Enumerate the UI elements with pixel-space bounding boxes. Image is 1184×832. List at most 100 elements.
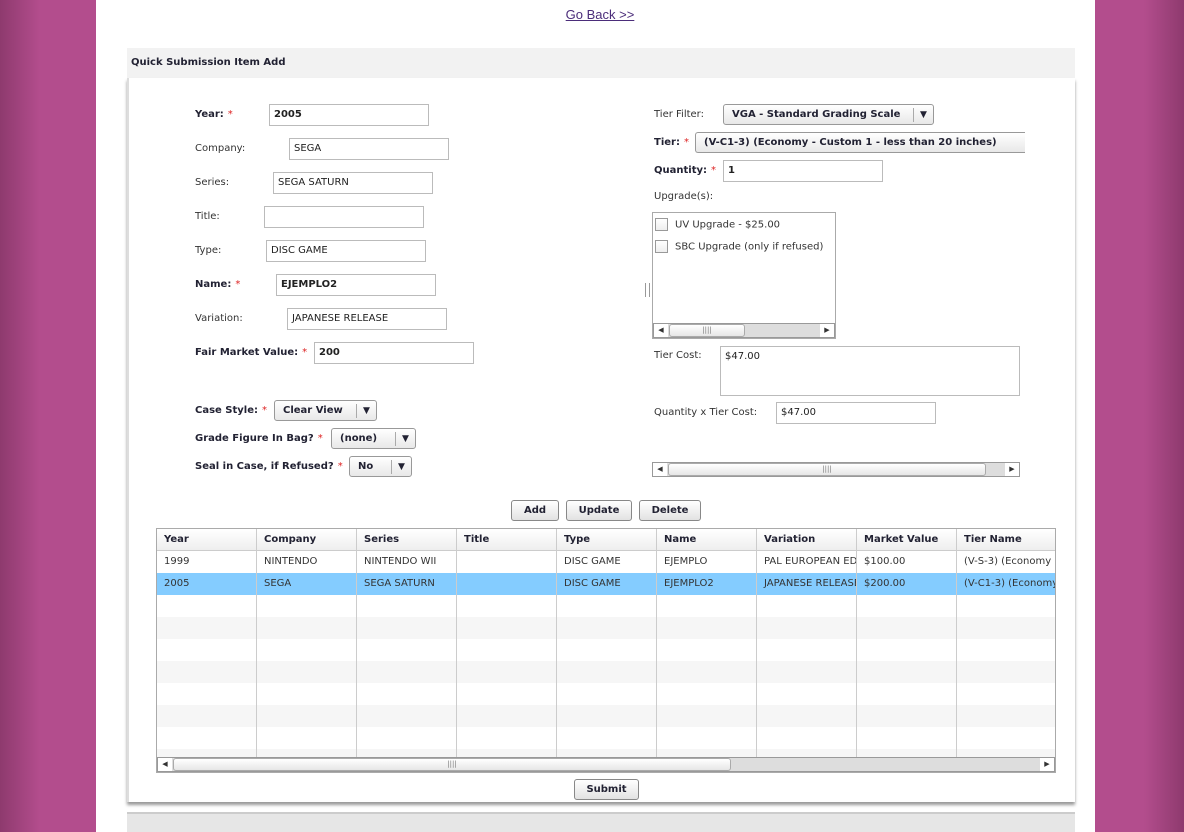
qty-tier-cost-field[interactable]: $47.00 [776, 402, 936, 424]
table-cell: 2005 [157, 573, 257, 595]
dropdown[interactable]: No ▼ [349, 456, 412, 477]
table-cell [457, 573, 557, 595]
tier-filter-dropdown[interactable]: VGA - Standard Grading Scale ▼ [723, 104, 934, 125]
dropdown[interactable]: (none) ▼ [331, 428, 416, 449]
table-cell [257, 617, 357, 639]
table-cell [957, 595, 1055, 617]
column-header[interactable]: Year [157, 529, 257, 551]
table-cell: SEGA [257, 573, 357, 595]
table-cell [757, 639, 857, 661]
checkbox[interactable] [655, 240, 668, 253]
upgrades-scrollbar[interactable]: ◀ |||| ▶ [653, 323, 835, 338]
table-cell [957, 727, 1055, 749]
tier-value: (V-C1-3) (Economy - Custom 1 - less than… [704, 137, 997, 148]
table-cell [157, 661, 257, 683]
field-input[interactable]: JAPANESE RELEASE [287, 308, 447, 330]
table-row [157, 617, 1055, 639]
column-header[interactable]: Title [457, 529, 557, 551]
scroll-thumb[interactable]: |||| [173, 758, 731, 771]
table-row[interactable]: 1999 NINTENDO NINTENDO WII DISC GAME EJEMPLO… [157, 551, 1055, 573]
quantity-label: Quantity: * [654, 165, 716, 176]
column-header[interactable]: Type [557, 529, 657, 551]
scroll-right-icon[interactable]: ▶ [1040, 758, 1054, 771]
tier-filter-value: VGA - Standard Grading Scale [732, 109, 901, 120]
add-button[interactable]: Add [511, 500, 559, 521]
field-input[interactable]: 200 [314, 342, 474, 364]
table-cell [757, 705, 857, 727]
panel-title: Quick Submission Item Add [127, 48, 1075, 78]
tier-cost-label: Tier Cost: [654, 350, 702, 361]
upgrades-list: UV Upgrade - $25.00 SBC Upgrade (only if… [652, 212, 836, 339]
resize-handle[interactable] [645, 283, 650, 297]
field-input[interactable]: SEGA [289, 138, 449, 160]
submit-button[interactable]: Submit [574, 779, 639, 800]
dropdown-label: Grade Figure In Bag? * [195, 433, 323, 444]
field-label: Year: * [195, 109, 233, 120]
field-label: Variation: [195, 313, 243, 324]
table-cell [757, 617, 857, 639]
table-cell [557, 617, 657, 639]
tier-label: Tier: * [654, 137, 689, 148]
update-button[interactable]: Update [566, 500, 632, 521]
quantity-input[interactable]: 1 [723, 160, 883, 182]
table-cell [257, 639, 357, 661]
field-input[interactable]: SEGA SATURN [273, 172, 433, 194]
table-cell [657, 661, 757, 683]
table-cell [757, 595, 857, 617]
checkbox[interactable] [655, 218, 668, 231]
upgrade-item-uv[interactable]: UV Upgrade - $25.00 [655, 218, 780, 231]
field-input[interactable]: EJEMPLO2 [276, 274, 436, 296]
table-cell [757, 727, 857, 749]
scroll-right-icon[interactable]: ▶ [820, 324, 834, 337]
upgrade-item-sbc[interactable]: SBC Upgrade (only if refused) [655, 240, 823, 253]
tier-cost-field[interactable]: $47.00 [720, 346, 1020, 396]
column-header[interactable]: Variation [757, 529, 857, 551]
dropdown[interactable]: Clear View ▼ [274, 400, 377, 421]
table-cell [857, 705, 957, 727]
scroll-left-icon[interactable]: ◀ [653, 463, 667, 476]
upgrades-label: Upgrade(s): [654, 191, 714, 202]
table-cell: NINTENDO [257, 551, 357, 573]
table-cell [357, 617, 457, 639]
dropdown-label: Case Style: * [195, 405, 268, 416]
table-cell [457, 705, 557, 727]
delete-button[interactable]: Delete [639, 500, 701, 521]
scroll-thumb[interactable]: |||| [668, 463, 986, 476]
table-cell [457, 595, 557, 617]
table-cell [657, 727, 757, 749]
table-cell [257, 705, 357, 727]
column-header[interactable]: Name [657, 529, 757, 551]
table-cell: EJEMPLO2 [657, 573, 757, 595]
table-cell [557, 639, 657, 661]
grid-header: Year Company Series Title Type Name Variation M… [157, 529, 1055, 551]
field-label: Series: [195, 177, 230, 188]
scroll-thumb[interactable]: |||| [669, 324, 745, 337]
table-cell [457, 617, 557, 639]
field-input[interactable]: DISC GAME [266, 240, 426, 262]
scroll-left-icon[interactable]: ◀ [654, 324, 668, 337]
field-label: Company: [195, 143, 246, 154]
form-scrollbar[interactable]: ◀ |||| ▶ [652, 462, 1020, 477]
scroll-left-icon[interactable]: ◀ [158, 758, 172, 771]
scroll-right-icon[interactable]: ▶ [1005, 463, 1019, 476]
table-cell [657, 683, 757, 705]
grid-scrollbar[interactable]: ◀ |||| ▶ [157, 757, 1055, 772]
dropdown-label: Seal in Case, if Refused? * [195, 461, 343, 472]
table-cell [357, 727, 457, 749]
column-header[interactable]: Company [257, 529, 357, 551]
table-cell [157, 683, 257, 705]
table-cell [957, 661, 1055, 683]
table-row[interactable]: 2005 SEGA SEGA SATURN DISC GAME EJEMPLO2 JAPA… [157, 573, 1055, 595]
column-header[interactable]: Tier Name [957, 529, 1055, 551]
table-cell: NINTENDO WII [357, 551, 457, 573]
field-input[interactable]: 2005 [269, 104, 429, 126]
tier-dropdown[interactable]: (V-C1-3) (Economy - Custom 1 - less than… [695, 132, 1025, 153]
column-header[interactable]: Series [357, 529, 457, 551]
table-cell [357, 661, 457, 683]
field-input[interactable] [264, 206, 424, 228]
table-cell [257, 683, 357, 705]
field-label: Name: * [195, 279, 241, 290]
table-cell [957, 639, 1055, 661]
go-back-link[interactable]: Go Back >> [0, 7, 1184, 22]
column-header[interactable]: Market Value [857, 529, 957, 551]
